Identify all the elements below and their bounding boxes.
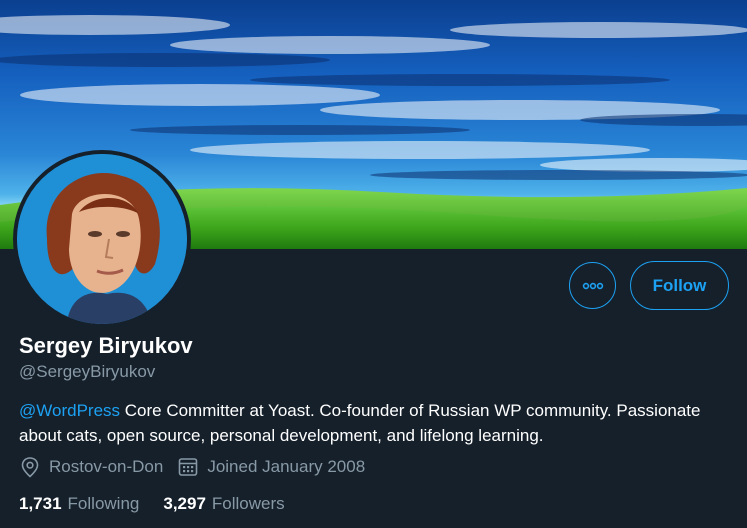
follow-button[interactable]: Follow xyxy=(630,261,729,310)
profile-handle: @SergeyBiryukov xyxy=(19,362,156,381)
following-count: 1,731 xyxy=(19,494,62,513)
bio-mention-link[interactable]: @WordPress xyxy=(19,401,120,420)
location-pin-icon xyxy=(19,456,41,478)
followers-stat-link[interactable]: 3,297 Followers xyxy=(163,494,284,514)
profile-meta: Rostov-on-Don Joined January 2008 xyxy=(19,456,365,478)
more-options-button[interactable] xyxy=(569,262,616,309)
avatar[interactable] xyxy=(17,154,187,324)
profile-name: Sergey Biryukov xyxy=(19,333,193,358)
followers-count: 3,297 xyxy=(163,494,206,513)
profile-bio: @WordPress Core Committer at Yoast. Co-f… xyxy=(19,398,729,448)
followers-label: Followers xyxy=(211,494,285,513)
location-text: Rostov-on-Don xyxy=(49,457,164,476)
following-label: Following xyxy=(67,494,140,513)
joined-date-text: Joined January 2008 xyxy=(207,457,366,476)
calendar-icon xyxy=(177,456,199,478)
profile-stats: 1,731 Following 3,297 Followers xyxy=(19,494,285,514)
avatar-illustration xyxy=(17,154,187,324)
more-dots-icon xyxy=(582,282,603,289)
following-stat-link[interactable]: 1,731 Following xyxy=(19,494,139,514)
bio-text: Core Committer at Yoast. Co-founder of R… xyxy=(19,401,701,445)
